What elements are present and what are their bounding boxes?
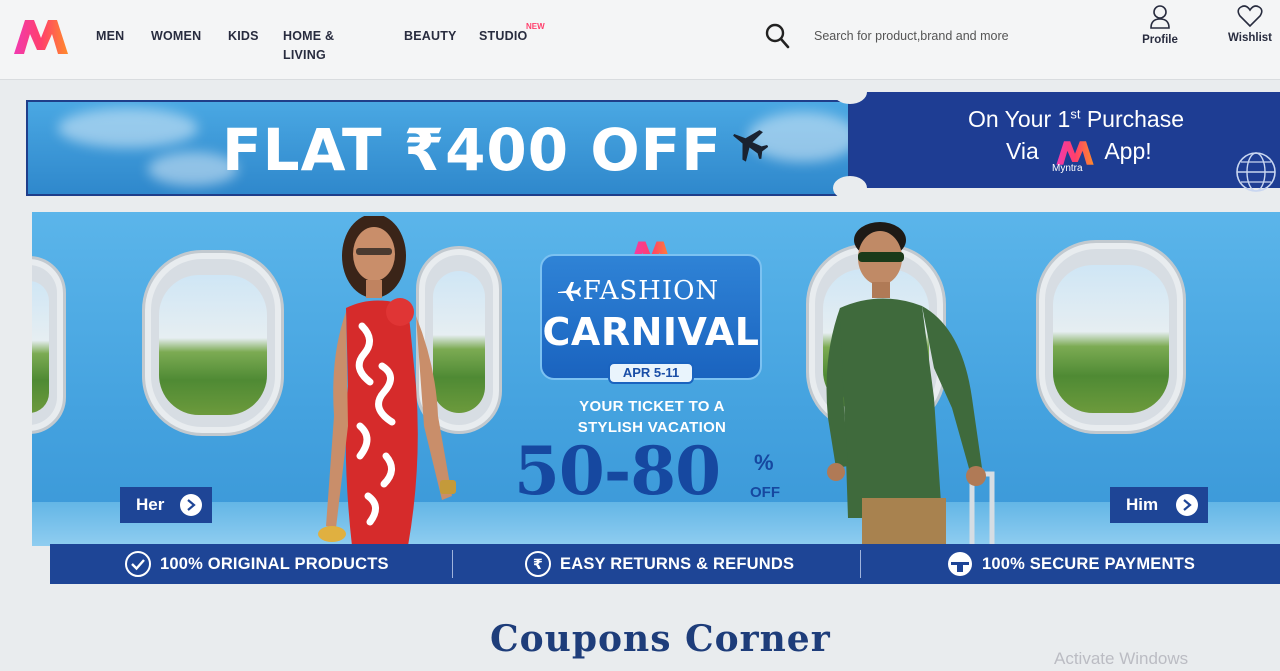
profile-label: Profile: [1142, 34, 1178, 46]
offer-headline: FLAT ₹400 OFF: [222, 116, 722, 184]
svg-text:₹: ₹: [533, 557, 543, 573]
airplane-window: [32, 256, 66, 434]
profile-button[interactable]: Profile: [1130, 4, 1190, 46]
nav-beauty[interactable]: BEAUTY: [404, 27, 457, 46]
ticket-notch: [833, 176, 867, 200]
trust-divider: [860, 550, 861, 578]
nav-home-living-line1: HOME &: [283, 29, 335, 43]
trust-item-original: 100% ORIGINAL PRODUCTS: [124, 544, 389, 584]
discount-range: 50-80: [514, 432, 721, 510]
man-model-image: [826, 222, 995, 546]
secure-payment-icon: [948, 552, 972, 576]
nav-home-living-line2: LIVING: [283, 48, 326, 62]
window-view: [1053, 265, 1169, 413]
myntra-logo[interactable]: [12, 16, 70, 58]
offer-line2-prefix: Via: [1006, 138, 1039, 164]
os-activation-watermark: Activate Windows: [1054, 649, 1189, 668]
chevron-right-icon: [1176, 494, 1198, 516]
nav-kids[interactable]: KIDS: [228, 27, 259, 46]
offer-banner-left[interactable]: FLAT ₹400 OFF: [26, 100, 850, 196]
heart-icon: [1237, 5, 1263, 28]
offer-line1-prefix: On Your 1: [968, 106, 1071, 132]
nav-home-living[interactable]: HOME & LIVING: [283, 27, 334, 65]
wishlist-button[interactable]: Wishlist: [1220, 4, 1280, 44]
nav-studio[interactable]: STUDIO: [479, 27, 527, 46]
nav-women[interactable]: WOMEN: [151, 27, 201, 46]
search-input[interactable]: [806, 22, 1106, 50]
discount-percent: %: [754, 450, 774, 475]
rupee-circle-icon: ₹: [525, 551, 551, 577]
profile-icon: [1150, 5, 1170, 29]
offer-line1-suffix: Purchase: [1080, 106, 1184, 132]
trust-bar: 100% ORIGINAL PRODUCTS ₹ EASY RETURNS & …: [50, 544, 1280, 584]
check-circle-icon: [125, 551, 151, 577]
shop-her-button[interactable]: Her: [120, 487, 212, 523]
trust-item-secure: 100% SECURE PAYMENTS: [946, 544, 1195, 584]
trust-label-secure: 100% SECURE PAYMENTS: [982, 554, 1196, 573]
window-view: [159, 275, 267, 415]
airplane-window: [142, 250, 284, 436]
studio-new-badge: NEW: [526, 22, 545, 31]
myntra-wordmark: Myntra: [1052, 163, 1083, 174]
offer-purchase-text: On Your 1st Purchase: [968, 106, 1184, 133]
shop-him-label: Him: [1126, 495, 1159, 514]
trust-item-returns: ₹ EASY RETURNS & REFUNDS: [524, 544, 794, 584]
fashion-heading: FASHION: [582, 276, 720, 306]
window-view: [32, 281, 49, 413]
fashion-carnival-banner[interactable]: FASHION CARNIVAL APR 5-11 YOUR TICKET TO…: [32, 212, 1280, 546]
woman-model-image: [318, 216, 456, 546]
nav-men[interactable]: MEN: [96, 27, 124, 46]
shop-him-button[interactable]: Him: [1110, 487, 1208, 523]
site-header: MEN WOMEN KIDS HOME & LIVING BEAUTY STUD…: [0, 0, 1280, 80]
carnival-heading: CARNIVAL: [542, 310, 760, 354]
discount-off: OFF: [750, 484, 780, 501]
trust-label-original: 100% ORIGINAL PRODUCTS: [160, 554, 389, 573]
airplane-window: [1036, 240, 1186, 434]
airplane-icon: [733, 130, 768, 162]
globe-icon: [1236, 152, 1276, 192]
tagline-line1: YOUR TICKET TO A: [579, 398, 725, 415]
search-icon[interactable]: [764, 22, 790, 50]
offer-line2-suffix: App!: [1104, 138, 1152, 164]
coupons-corner-heading: Coupons Corner: [490, 618, 831, 660]
trust-label-returns: EASY RETURNS & REFUNDS: [560, 554, 795, 573]
trust-divider: [452, 550, 453, 578]
offer-line1-sup: st: [1070, 106, 1081, 122]
shop-her-label: Her: [136, 495, 165, 514]
cloud-decoration: [58, 108, 198, 148]
ticket-notch: [833, 80, 867, 104]
offer-banner-right[interactable]: On Your 1st Purchase Via App! Myntra: [833, 80, 1280, 200]
chevron-right-icon: [180, 494, 202, 516]
wishlist-label: Wishlist: [1228, 32, 1272, 44]
sale-dates: APR 5-11: [608, 362, 694, 384]
